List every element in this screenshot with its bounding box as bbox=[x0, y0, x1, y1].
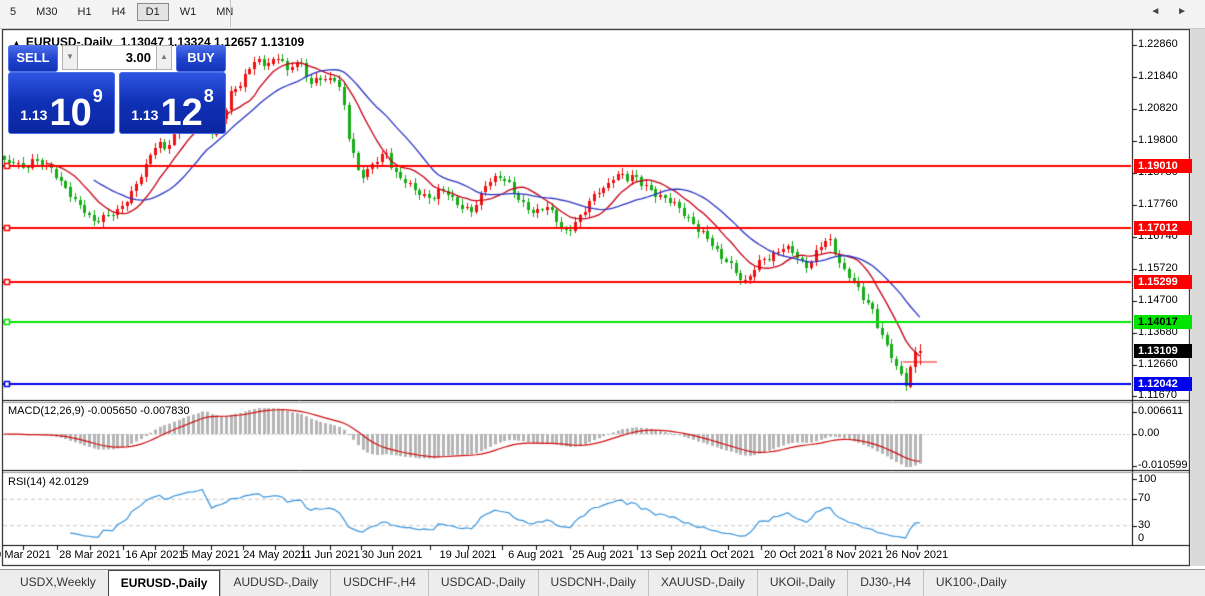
hline-price-tag[interactable]: 1.15299 bbox=[1134, 275, 1192, 290]
volume-stepper: ▼ 3.00 ▲ bbox=[62, 45, 172, 70]
symbol-tab-ukoil-[interactable]: UKOil-,Daily bbox=[756, 570, 847, 596]
bid-price-big: 10 bbox=[49, 91, 92, 134]
sell-button[interactable]: SELL bbox=[8, 45, 58, 72]
volume-input[interactable]: 3.00 bbox=[78, 45, 156, 70]
price-axis-tick: 1.12660 bbox=[1138, 357, 1178, 370]
tab-scroll-left-icon[interactable]: ◄ bbox=[1150, 6, 1160, 17]
volume-increase-icon[interactable]: ▲ bbox=[156, 45, 172, 70]
timeframe-button-w1[interactable]: W1 bbox=[171, 3, 206, 21]
symbol-tab-audusd-[interactable]: AUDUSD-,Daily bbox=[220, 570, 330, 596]
price-axis-tick: 1.14700 bbox=[1138, 293, 1178, 306]
hline-price-tag[interactable]: 1.19010 bbox=[1134, 158, 1192, 173]
timeframe-button-h1[interactable]: H1 bbox=[69, 3, 101, 21]
toolbar-divider bbox=[230, 0, 231, 27]
chart-tab-bar: USDX,Weekly EURUSD-,Daily AUDUSD-,Daily USD… bbox=[0, 569, 1205, 596]
timeframe-button-h4[interactable]: H4 bbox=[103, 3, 135, 21]
price-axis-tick: 1.17760 bbox=[1138, 198, 1178, 211]
price-axis-tick: 1.15720 bbox=[1138, 262, 1178, 274]
macd-indicator-label: MACD(12,26,9) -0.005650 -0.007830 bbox=[8, 405, 190, 417]
ask-price-sup: 8 bbox=[203, 86, 214, 106]
tab-scroll-right-icon[interactable]: ► bbox=[1177, 6, 1187, 17]
ask-quote-box[interactable]: 1.13 12 8 bbox=[119, 72, 226, 134]
bid-price-sup: 9 bbox=[92, 86, 103, 106]
tab-scroll-arrows: ◄ ► bbox=[1136, 6, 1187, 17]
rsi-axis-tick: 0 bbox=[1138, 532, 1145, 544]
symbol-tab-xauusd-[interactable]: XAUUSD-,Daily bbox=[647, 570, 757, 596]
price-axis-tick: 1.20820 bbox=[1138, 102, 1178, 115]
timeframe-button-d1[interactable]: D1 bbox=[136, 3, 169, 21]
buy-button[interactable]: BUY bbox=[176, 45, 226, 72]
price-axis-tick: 1.21840 bbox=[1138, 70, 1178, 83]
macd-axis-tick: -0.010599 bbox=[1138, 459, 1188, 471]
ask-price-prefix: 1.13 bbox=[131, 107, 159, 123]
price-axis-tick: 1.22860 bbox=[1138, 38, 1178, 51]
trading-platform-window: { "window": { "title_arrow": "▲", "title… bbox=[0, 0, 1205, 596]
symbol-tab-eurusd-[interactable]: EURUSD-,Daily bbox=[107, 570, 221, 596]
symbol-tab-usdchf-[interactable]: USDCHF-,H4 bbox=[330, 570, 428, 596]
date-axis-label: 26 Nov 2021 bbox=[885, 549, 949, 561]
current-price-tag: 1.13109 bbox=[1134, 343, 1192, 358]
symbol-tab-usdx[interactable]: USDX,Weekly bbox=[8, 570, 108, 596]
symbol-tab-usdcnh-[interactable]: USDCNH-,Daily bbox=[537, 570, 648, 596]
symbol-tab-uk100-[interactable]: UK100-,Daily bbox=[922, 570, 1019, 596]
macd-axis-tick: 0.00 bbox=[1138, 427, 1160, 439]
symbol-tab-dj30-[interactable]: DJ30-,H4 bbox=[847, 570, 923, 596]
macd-axis-tick: 0.006611 bbox=[1138, 405, 1184, 417]
symbol-tab-usdcad-[interactable]: USDCAD-,Daily bbox=[427, 570, 538, 596]
one-click-trading-panel: SELL ▼ 3.00 ▲ BUY 1.13 10 9 1.13 12 8 bbox=[8, 45, 226, 134]
hline-price-tag[interactable]: 1.14017 bbox=[1134, 315, 1192, 330]
volume-decrease-icon[interactable]: ▼ bbox=[62, 45, 78, 70]
rsi-axis-tick: 70 bbox=[1138, 492, 1151, 504]
bid-price-prefix: 1.13 bbox=[20, 107, 48, 123]
rsi-axis-tick: 100 bbox=[1138, 473, 1157, 485]
price-axis-tick: 1.19800 bbox=[1138, 134, 1178, 147]
hline-price-tag[interactable]: 1.17012 bbox=[1134, 221, 1192, 236]
hline-price-tag[interactable]: 1.12042 bbox=[1134, 377, 1192, 392]
timeframe-toolbar: 5 M30 H1 H4 D1 W1 MN bbox=[0, 0, 1205, 29]
rsi-axis-tick: 30 bbox=[1138, 519, 1151, 531]
date-axis-label: 30 Jun 2021 bbox=[361, 549, 423, 561]
ask-price-big: 12 bbox=[160, 91, 203, 134]
bid-quote-box[interactable]: 1.13 10 9 bbox=[8, 72, 115, 134]
rsi-indicator-label: RSI(14) 42.0129 bbox=[8, 476, 89, 488]
timeframe-button-mn[interactable]: MN bbox=[207, 3, 242, 21]
timeframe-button-m30[interactable]: M30 bbox=[27, 3, 66, 21]
timeframe-button-5[interactable]: 5 bbox=[1, 3, 25, 21]
